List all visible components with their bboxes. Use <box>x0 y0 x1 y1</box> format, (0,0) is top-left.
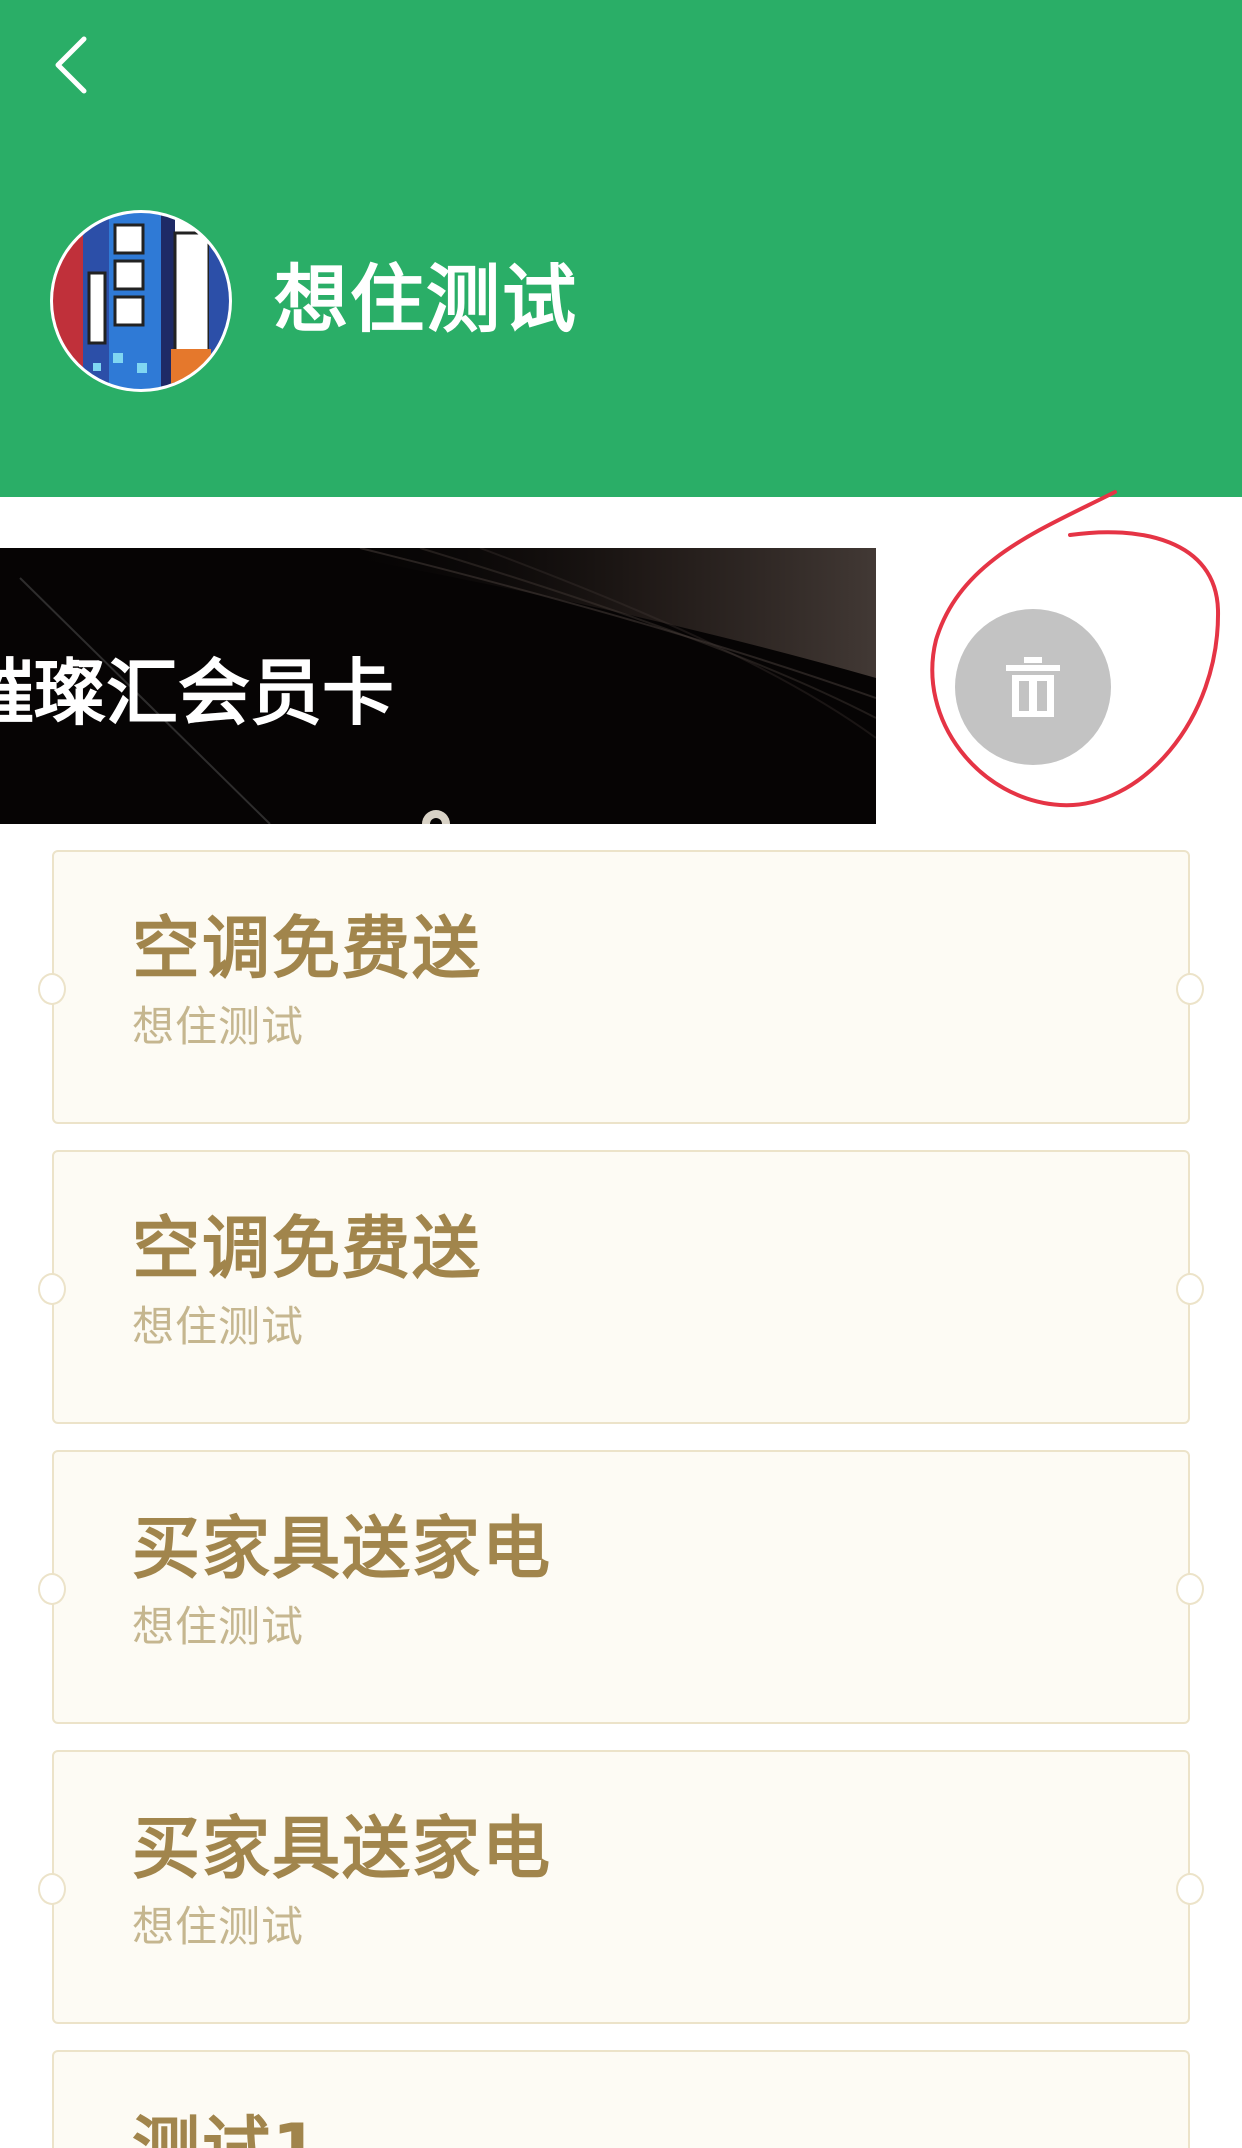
coupon-item[interactable]: 买家具送家电 想住测试 <box>38 1750 1204 2024</box>
coupon-item[interactable]: 空调免费送 想住测试 <box>38 1150 1204 1424</box>
coupon-title: 买家具送家电 <box>132 1510 553 1589</box>
coupon-title: 买家具送家电 <box>132 1810 553 1889</box>
coupon-item[interactable]: 买家具送家电 想住测试 <box>38 1450 1204 1724</box>
coupon-notch <box>1176 1573 1204 1605</box>
coupon-notch <box>38 973 66 1005</box>
coupon-notch <box>38 1573 66 1605</box>
coupon-title: 测试1 <box>132 2110 321 2148</box>
coupon-merchant: 想住测试 <box>132 1602 305 1651</box>
coupon-title: 空调免费送 <box>132 910 483 989</box>
coupon-list: 空调免费送 想住测试 空调免费送 想住测试 买家具送家电 想住测试 买家具送家电… <box>0 0 1242 2148</box>
coupon-merchant: 想住测试 <box>132 1902 305 1951</box>
card-package-page: 想住测试 璀璨汇会员卡 空调免费送 想住测试 空调免费送 想住测试 买家具送家电… <box>0 0 1242 2148</box>
coupon-notch <box>1176 1873 1204 1905</box>
coupon-title: 空调免费送 <box>132 1210 483 1289</box>
coupon-merchant: 想住测试 <box>132 1302 305 1351</box>
coupon-item[interactable]: 空调免费送 想住测试 <box>38 850 1204 1124</box>
coupon-item[interactable]: 测试1 <box>52 2050 1190 2148</box>
coupon-notch <box>38 1873 66 1905</box>
coupon-notch <box>1176 973 1204 1005</box>
coupon-notch <box>38 1273 66 1305</box>
coupon-notch <box>1176 1273 1204 1305</box>
coupon-merchant: 想住测试 <box>132 1002 305 1051</box>
